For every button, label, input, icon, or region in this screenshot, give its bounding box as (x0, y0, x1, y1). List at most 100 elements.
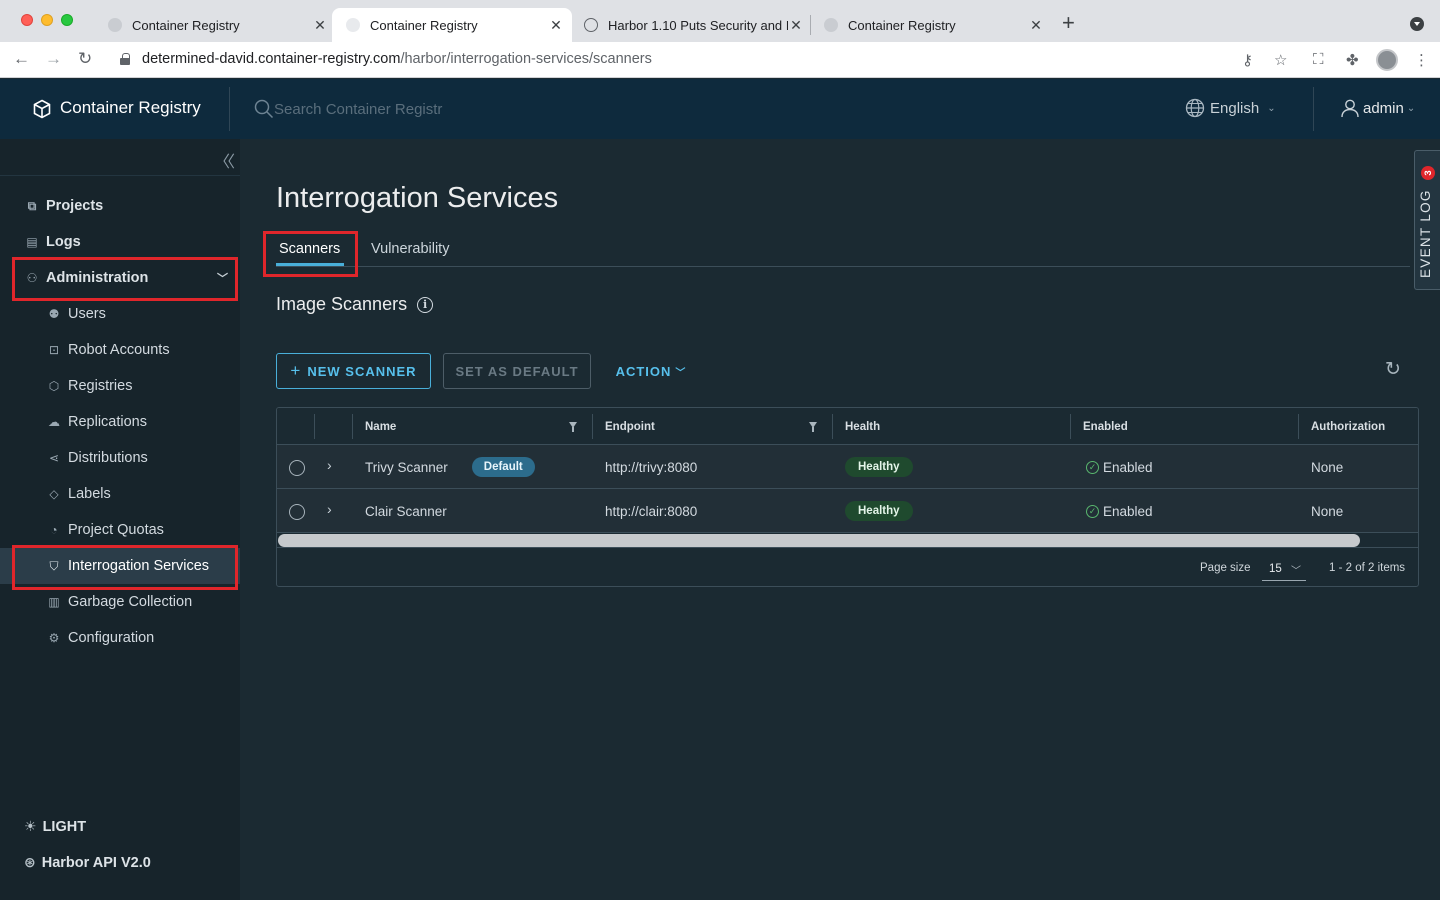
sidebar-item-garbage-collection[interactable]: ▥ Garbage Collection (0, 584, 240, 620)
action-dropdown-button[interactable]: ACTION ﹀ (606, 353, 696, 389)
key-icon[interactable]: ⚷ (1242, 51, 1253, 69)
browser-tab-3[interactable]: Harbor 1.10 Puts Security and I ✕ (584, 8, 804, 42)
sidebar-item-registries[interactable]: ⬡ Registries (0, 368, 240, 404)
user-menu[interactable]: admin ⌄ (1340, 98, 1415, 118)
browser-tab-title: Harbor 1.10 Puts Security and I (608, 17, 788, 33)
set-as-default-button[interactable]: SET AS DEFAULT (443, 353, 591, 389)
window-minimize-button[interactable] (41, 14, 53, 26)
sidebar-item-label: Project Quotas (68, 522, 164, 538)
sidebar-divider (0, 175, 240, 176)
table-row[interactable]: › Clair Scanner http://clair:8080 Health… (277, 489, 1418, 533)
sidebar-item-interrogation-services[interactable]: ⛉ Interrogation Services (0, 548, 240, 584)
tab-close-icon[interactable]: ✕ (1028, 17, 1044, 34)
browser-menu-icon[interactable]: ⋮ (1414, 51, 1429, 69)
column-header-authorization[interactable]: Authorization (1311, 408, 1385, 445)
sidebar-item-label: Administration (46, 270, 149, 286)
browser-tab-2[interactable]: Container Registry ✕ (332, 8, 572, 42)
window-zoom-button[interactable] (61, 14, 73, 26)
pagination-count: 1 - 2 of 2 items (1329, 562, 1406, 574)
new-tab-icon[interactable]: + (1062, 12, 1075, 34)
column-header-endpoint[interactable]: Endpoint (605, 408, 655, 445)
tab-close-icon[interactable]: ✕ (548, 17, 564, 34)
sidebar-item-label: Distributions (68, 450, 148, 466)
table-row[interactable]: › Trivy Scanner Default http://trivy:808… (277, 445, 1418, 489)
column-header-label: Name (365, 420, 397, 433)
info-icon[interactable]: i (417, 296, 434, 313)
column-separator (592, 414, 593, 439)
filter-icon[interactable] (809, 422, 817, 432)
section-title-label: Image Scanners (276, 294, 408, 314)
browser-tab-1[interactable]: Container Registry ✕ (108, 8, 328, 42)
bookmark-star-icon[interactable]: ☆ (1274, 51, 1287, 69)
url-field[interactable]: determined-david.container-registry.com/… (142, 51, 652, 67)
sidebar-item-administration[interactable]: ⚇ Administration ﹀ (0, 260, 240, 296)
forward-arrow-icon[interactable]: → (45, 50, 62, 68)
screen-capture-icon[interactable]: ⛶ (1313, 51, 1324, 68)
scrollbar-thumb[interactable] (278, 534, 1360, 547)
search-icon (254, 99, 274, 119)
new-scanner-label: NEW SCANNER (307, 363, 417, 379)
row-select-radio[interactable] (289, 460, 305, 476)
page-size-select[interactable]: 15 ﹀ (1262, 559, 1306, 581)
extensions-puzzle-icon[interactable]: ✤ (1346, 51, 1359, 69)
language-selector[interactable]: English ⌄ (1185, 98, 1276, 118)
filter-icon[interactable] (569, 422, 577, 432)
sidebar-item-robot-accounts[interactable]: ⊡ Robot Accounts (0, 332, 240, 368)
column-header-enabled[interactable]: Enabled (1083, 408, 1128, 445)
plus-icon: + (290, 361, 302, 380)
sidebar-item-labels[interactable]: ◇ Labels (0, 476, 240, 512)
event-log-tab[interactable]: 3 EVENT LOG (1414, 150, 1440, 290)
registry-logo-icon (33, 99, 51, 119)
harbor-api-link[interactable]: ⊛ Harbor API V2.0 (24, 854, 151, 871)
endpoint-cell: http://clair:8080 (605, 489, 697, 533)
new-scanner-button[interactable]: + NEW SCANNER (276, 353, 431, 389)
health-badge: Healthy (845, 457, 913, 477)
profile-avatar[interactable] (1376, 49, 1398, 71)
favicon-icon (584, 18, 598, 32)
sidebar-item-project-quotas[interactable]: ◔ Project Quotas (0, 512, 240, 548)
page-size-label: Page size (1200, 562, 1251, 574)
api-icon: ⊛ (24, 854, 36, 870)
tab-scanners[interactable]: Scanners (279, 241, 340, 257)
column-header-health[interactable]: Health (845, 408, 880, 445)
sidebar-item-projects[interactable]: ⧉ Projects (0, 188, 240, 224)
row-select-radio[interactable] (289, 504, 305, 520)
collapse-sidebar-icon[interactable]: 〈〈 (214, 148, 235, 172)
enabled-cell: ✓ Enabled (1086, 445, 1153, 489)
sidebar-item-replications[interactable]: ☁ Replications (0, 404, 240, 440)
chevron-right-icon[interactable]: › (327, 457, 332, 473)
sidebar-item-logs[interactable]: ▤ Logs (0, 224, 240, 260)
window-close-button[interactable] (21, 14, 33, 26)
chevron-down-icon: ﹀ (1291, 566, 1301, 577)
chevron-right-icon[interactable]: › (327, 501, 332, 517)
sidebar-item-users[interactable]: ⚉ Users (0, 296, 240, 332)
refresh-icon[interactable]: ↻ (1385, 358, 1401, 381)
reload-icon[interactable]: ↻ (78, 50, 92, 68)
tab-close-icon[interactable]: ✕ (788, 17, 804, 34)
horizontal-scrollbar[interactable] (277, 533, 1418, 548)
section-title: Image Scanners i (276, 294, 434, 315)
theme-toggle[interactable]: ☀ LIGHT (24, 818, 86, 835)
app-brand-title[interactable]: Container Registry (60, 98, 201, 118)
column-header-name[interactable]: Name (365, 408, 396, 445)
quotas-icon: ◔ (50, 523, 58, 537)
browser-tab-4[interactable]: Container Registry ✕ (824, 8, 1044, 42)
users-icon: ⚉ (48, 307, 60, 321)
table-header: Name Endpoint Health Enabled Authorizati… (277, 408, 1418, 445)
global-search-input[interactable] (274, 97, 514, 121)
tab-search-icon[interactable] (1410, 17, 1424, 31)
sidebar-item-label: Configuration (68, 630, 155, 646)
administration-icon: ⚇ (26, 271, 38, 285)
tab-vulnerability[interactable]: Vulnerability (371, 241, 449, 257)
browser-tab-title: Container Registry (370, 17, 478, 33)
main-content: Interrogation Services Scanners Vulnerab… (240, 139, 1440, 900)
sun-icon: ☀ (24, 818, 37, 834)
theme-toggle-label: LIGHT (42, 818, 87, 835)
back-arrow-icon[interactable]: ← (13, 50, 30, 68)
sidebar-item-distributions[interactable]: ⋖ Distributions (0, 440, 240, 476)
replications-icon: ☁ (48, 415, 60, 429)
tab-close-icon[interactable]: ✕ (312, 17, 328, 34)
sidebar-item-configuration[interactable]: ⚙ Configuration (0, 620, 240, 656)
globe-icon (1185, 98, 1205, 118)
chevron-down-icon: ⌄ (1406, 102, 1416, 114)
